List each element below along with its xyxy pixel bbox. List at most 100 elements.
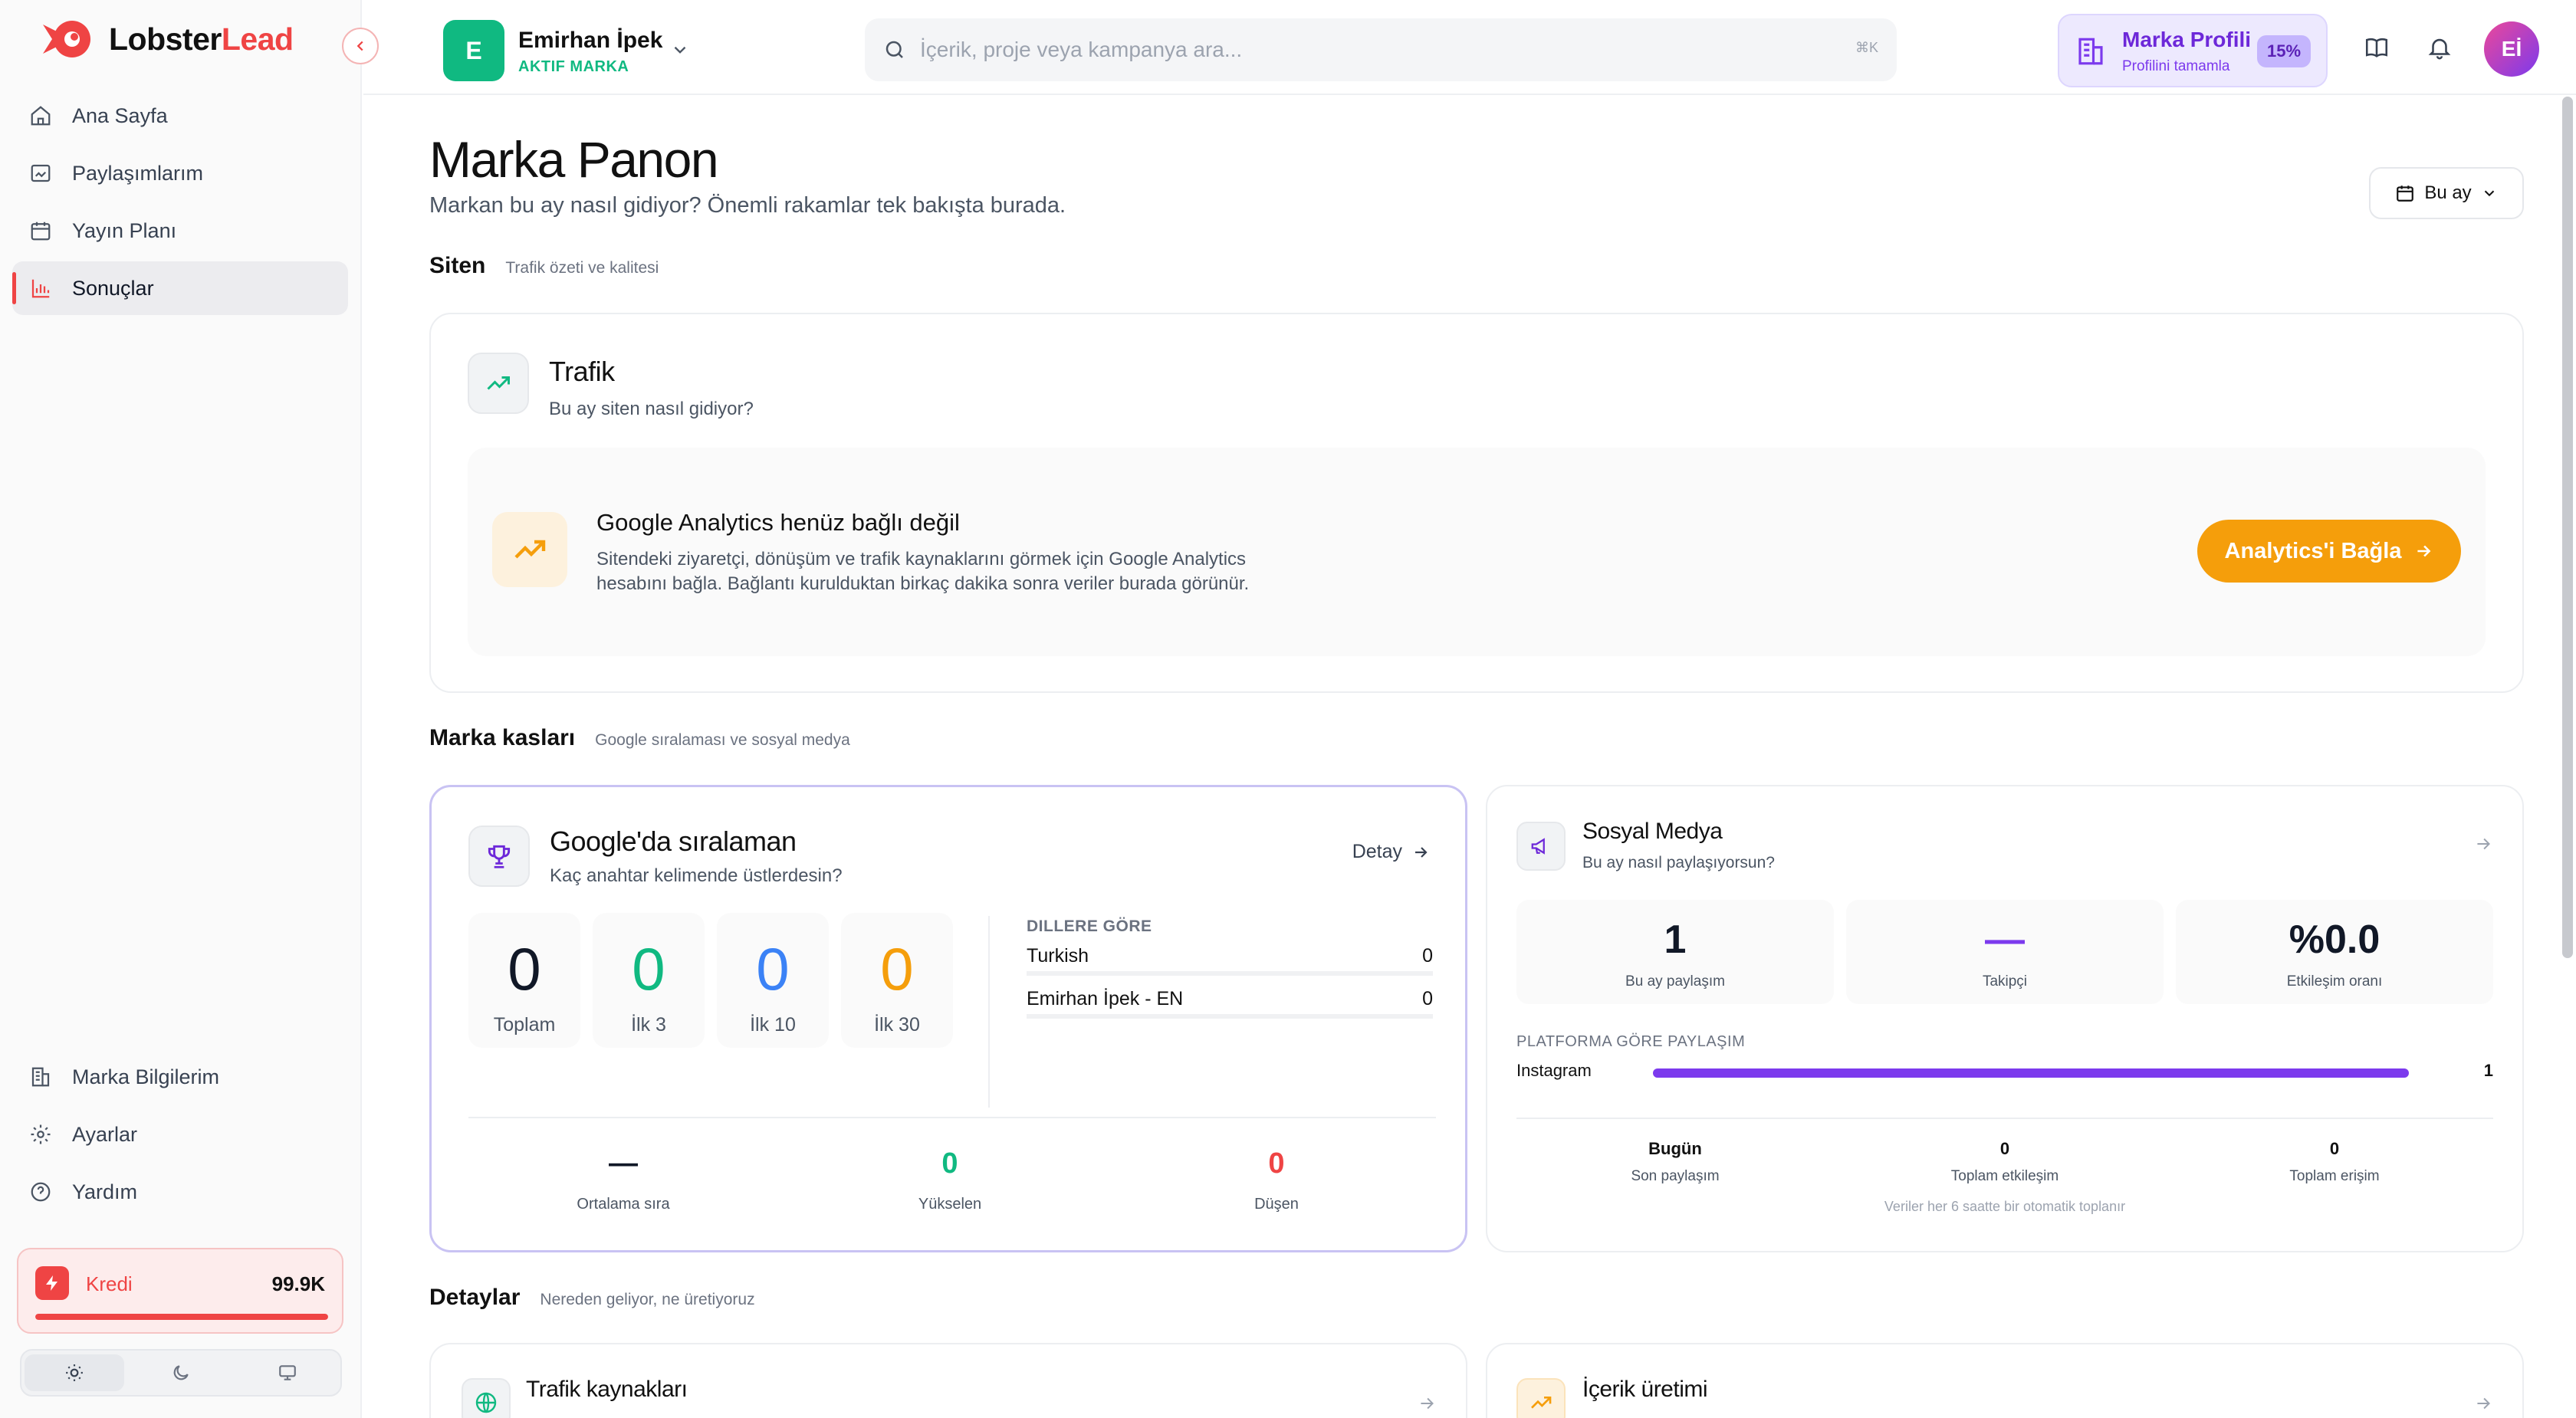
search-input[interactable] [920,38,1794,62]
sidebar-item-label: Yayın Planı [72,218,177,242]
brand-avatar[interactable]: E [443,20,504,81]
divider [1516,1118,2493,1119]
chevron-down-icon [2484,190,2494,197]
language-value: 0 [1422,988,1433,1009]
google-ranking-card[interactable]: Google'da sıralaman Kaç anahtar kelimend… [429,785,1467,1252]
divider [988,916,990,1108]
help-icon [28,1179,54,1205]
chart-icon [28,275,54,301]
sidebar-item-home[interactable]: Ana Sayfa [12,89,348,143]
language-name: Turkish [1027,945,1089,967]
brand-status: AKTIF MARKA [518,58,629,75]
stat-value: 0 [1268,1147,1285,1180]
stat-top3: 0 İlk 3 [593,913,705,1048]
sidebar-item-schedule[interactable]: Yayın Planı [12,204,348,258]
bell-icon[interactable] [2423,31,2456,64]
gear-icon [28,1121,54,1147]
section-header-brand: Marka kasları Google sıralaması ve sosya… [429,725,850,751]
page-title: Marka Panon [429,131,719,188]
lobster-logo-icon [38,18,92,60]
stat-label: Son paylaşım [1631,1168,1720,1184]
total-engagement-stat: 0 Toplam etkileşim [1846,1139,2164,1185]
last-post-stat: Bugün Son paylaşım [1516,1139,1834,1185]
average-rank-stat: — Ortalama sıra [508,1147,738,1213]
platform-name: Instagram [1516,1061,1592,1080]
sidebar-item-results[interactable]: Sonuçlar [12,261,348,315]
stat-label: İlk 10 [750,1014,796,1036]
chevron-down-icon[interactable] [670,40,690,64]
lightning-icon [35,1266,69,1300]
google-title: Google'da sıralaman [550,826,797,857]
analytics-empty-state: Google Analytics henüz bağlı değil Siten… [468,448,2486,656]
social-media-card[interactable]: Sosyal Medya Bu ay nasıl paylaşıyorsun? … [1486,785,2524,1252]
sidebar-item-brand-info[interactable]: Marka Bilgilerim [12,1050,348,1104]
language-row[interactable]: Emirhan İpek - EN 0 [1027,988,1433,1019]
google-detail-link[interactable]: Detay [1352,841,1430,863]
stat-top10: 0 İlk 10 [717,913,829,1048]
rising-stat: 0 Yükselen [835,1147,1065,1213]
logo[interactable]: LobsterLead [38,18,294,60]
stat-value: 1 [1664,917,1687,962]
logo-text-accent: Lead [221,21,294,57]
stat-value: — [609,1147,638,1180]
connect-analytics-button[interactable]: Analytics'i Bağla [2197,520,2461,583]
user-avatar[interactable]: Eİ [2484,21,2539,77]
main-nav: Ana Sayfa Paylaşımlarım Yayın Planı Sonu… [12,89,348,319]
trending-up-icon [1516,1378,1566,1418]
brand-profile-card[interactable]: Marka Profili Profilini tamamla 15% [2058,14,2328,87]
sidebar-item-label: Marka Bilgilerim [72,1065,220,1088]
sidebar-item-help[interactable]: Yardım [12,1165,348,1219]
arrow-right-icon[interactable] [2473,1393,2493,1417]
stat-label: Toplam etkileşim [1950,1168,2059,1184]
scrollbar[interactable] [2562,97,2573,958]
stat-value: 0 [1999,1139,2010,1158]
stat-top30: 0 İlk 30 [841,913,953,1048]
logo-text: Lobster [109,21,222,57]
sidebar-item-posts[interactable]: Paylaşımlarım [12,146,348,200]
moon-icon [173,1365,189,1380]
book-icon[interactable] [2360,31,2394,64]
theme-light-button[interactable] [25,1354,125,1391]
credit-widget[interactable]: Kredi 99.9K [17,1248,343,1334]
bottom-nav: Marka Bilgilerim Ayarlar Yardım [12,1050,348,1223]
traffic-card: Trafik Bu ay siten nasıl gidiyor? Google… [429,313,2524,693]
search-bar[interactable]: ⌘K [865,18,1897,81]
stat-label: İlk 30 [874,1014,920,1036]
language-row[interactable]: Turkish 0 [1027,945,1433,976]
building-icon [2075,35,2107,71]
theme-switcher [20,1349,342,1397]
theme-dark-button[interactable] [131,1354,231,1391]
globe-icon [462,1378,511,1418]
language-value: 0 [1422,945,1433,967]
content-production-card[interactable]: İçerik üretimi [1486,1343,2524,1418]
sidebar: LobsterLead Ana Sayfa Paylaşımlarım Yayı… [0,0,362,1418]
traffic-sources-card[interactable]: Trafik kaynakları [429,1343,1467,1418]
traffic-title: Trafik [549,356,615,387]
sidebar-item-label: Paylaşımlarım [72,161,204,185]
sidebar-item-settings[interactable]: Ayarlar [12,1108,348,1161]
stat-value: 0 [941,1147,958,1180]
collapse-sidebar-button[interactable] [342,28,379,64]
stat-value: Bugün [1648,1139,1702,1158]
platform-row[interactable]: Instagram 1 [1516,1059,2493,1090]
arrow-right-icon[interactable] [1417,1393,1437,1417]
arrow-right-icon[interactable] [2473,834,2493,858]
traffic-subtitle: Bu ay siten nasıl gidiyor? [549,399,754,419]
credit-progress-fill [35,1314,328,1320]
posts-icon [28,160,54,186]
credit-progress [35,1314,328,1320]
section-subtitle: Google sıralaması ve sosyal medya [595,731,850,749]
profile-title: Marka Profili [2122,28,2252,51]
divider [468,1117,1436,1118]
date-range-button[interactable]: Bu ay [2369,167,2524,219]
section-title: Marka kasları [429,725,576,750]
data-note: Veriler her 6 saatte bir otomatik toplan… [1884,1199,2126,1214]
brand-name[interactable]: Emirhan İpek [518,28,662,54]
megaphone-icon [1516,822,1566,871]
trending-up-icon [468,353,529,414]
search-shortcut: ⌘K [1855,40,1878,55]
falling-stat: 0 Düşen [1162,1147,1392,1213]
topbar: E Emirhan İpek AKTIF MARKA ⌘K Marka Prof… [363,0,2576,95]
stat-label: Yükselen [918,1196,982,1213]
theme-system-button[interactable] [238,1354,337,1391]
